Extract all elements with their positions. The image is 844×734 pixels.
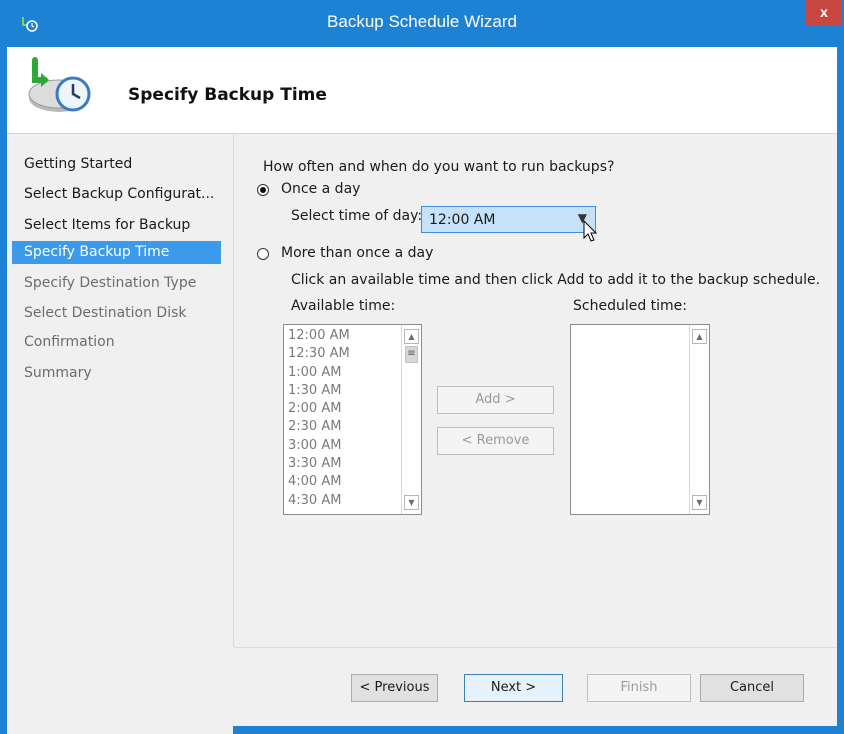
page-title: Specify Backup Time (128, 85, 327, 105)
previous-button[interactable]: < Previous (351, 674, 438, 702)
wizard-step-sidebar: Getting Started Select Backup Configurat… (7, 134, 233, 734)
title-bar[interactable]: Backup Schedule Wizard x (0, 0, 844, 47)
list-item[interactable]: 2:00 AM (288, 400, 350, 418)
schedule-instructions: Click an available time and then click A… (291, 272, 821, 288)
available-time-items: 12:00 AM 12:30 AM 1:00 AM 1:30 AM 2:00 A… (288, 327, 350, 510)
scroll-down-icon[interactable]: ▼ (404, 495, 419, 510)
add-button[interactable]: Add > (437, 386, 554, 414)
list-item[interactable]: 2:30 AM (288, 418, 350, 436)
available-time-list[interactable]: 12:00 AM 12:30 AM 1:00 AM 1:30 AM 2:00 A… (283, 324, 422, 515)
list-item[interactable]: 1:30 AM (288, 382, 350, 400)
scroll-down-icon[interactable]: ▼ (692, 495, 707, 510)
wizard-header: Specify Backup Time (7, 47, 837, 134)
main-content: How often and when do you want to run ba… (234, 134, 837, 646)
list-item[interactable]: 4:00 AM (288, 473, 350, 491)
frequency-question: How often and when do you want to run ba… (263, 159, 615, 175)
scheduled-time-scrollbar[interactable]: ▲ ▼ (689, 325, 709, 514)
finish-button[interactable]: Finish (587, 674, 691, 702)
once-a-day-label[interactable]: Once a day (281, 181, 360, 197)
list-item[interactable]: 3:00 AM (288, 437, 350, 455)
sidebar-item-backup-configuration[interactable]: Select Backup Configurat... (12, 183, 221, 206)
time-of-day-label: Select time of day: (291, 208, 423, 224)
available-time-label: Available time: (291, 298, 396, 314)
wizard-footer: < Previous Next > Finish Cancel (234, 648, 837, 726)
backup-schedule-icon (28, 57, 91, 112)
window-title: Backup Schedule Wizard (327, 12, 517, 31)
more-than-once-radio[interactable] (257, 248, 269, 260)
sidebar-item-destination-type: Specify Destination Type (24, 275, 197, 291)
list-item[interactable]: 3:30 AM (288, 455, 350, 473)
sidebar-item-confirmation: Confirmation (24, 334, 115, 350)
close-button[interactable]: x (806, 0, 842, 25)
scheduled-time-list[interactable]: ▲ ▼ (570, 324, 710, 515)
time-of-day-dropdown[interactable]: 12:00 AM ▼ (421, 206, 596, 233)
wizard-window: Backup Schedule Wizard x Specify Backup … (0, 0, 844, 734)
scheduled-time-label: Scheduled time: (573, 298, 688, 314)
next-button[interactable]: Next > (464, 674, 563, 702)
sidebar-item-summary: Summary (24, 365, 92, 381)
available-time-scrollbar[interactable]: ▲ ≡ ▼ (401, 325, 421, 514)
scroll-up-icon[interactable]: ▲ (692, 329, 707, 344)
once-a-day-radio[interactable] (257, 184, 269, 196)
time-of-day-value: 12:00 AM (429, 212, 496, 228)
list-item[interactable]: 12:30 AM (288, 345, 350, 363)
list-item[interactable]: 1:00 AM (288, 364, 350, 382)
sidebar-item-backup-time[interactable]: Specify Backup Time (12, 241, 221, 264)
list-item[interactable]: 12:00 AM (288, 327, 350, 345)
scroll-up-icon[interactable]: ▲ (404, 329, 419, 344)
mouse-pointer-icon (583, 220, 598, 242)
sidebar-item-destination-disk: Select Destination Disk (24, 305, 187, 321)
sidebar-item-items-for-backup[interactable]: Select Items for Backup (12, 214, 221, 237)
more-than-once-label[interactable]: More than once a day (281, 245, 433, 261)
sidebar-item-getting-started[interactable]: Getting Started (12, 153, 221, 176)
scrollbar-thumb[interactable]: ≡ (405, 346, 418, 363)
remove-button[interactable]: < Remove (437, 427, 554, 455)
cancel-button[interactable]: Cancel (700, 674, 804, 702)
list-item[interactable]: 4:30 AM (288, 492, 350, 510)
